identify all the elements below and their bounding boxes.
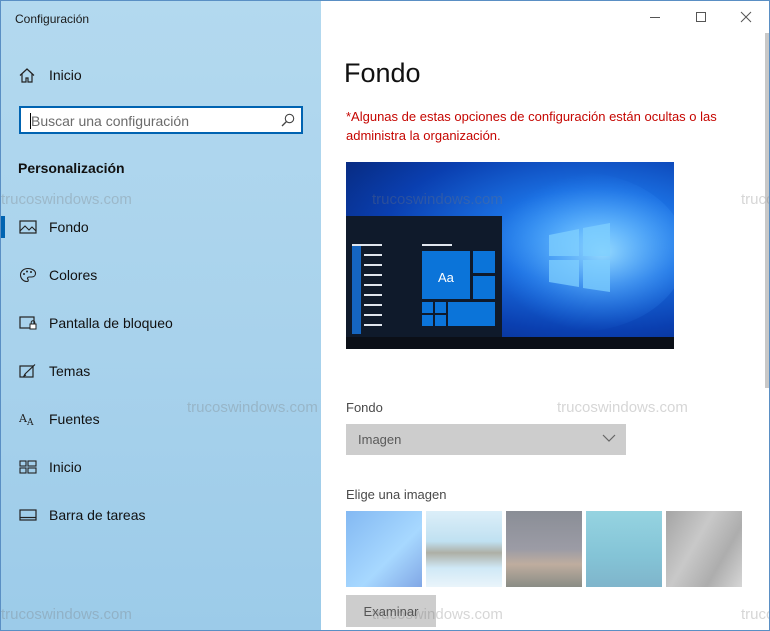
nav-home[interactable]: Inicio [1,61,321,89]
start-tiles [352,244,495,334]
search-icon[interactable] [281,113,295,127]
home-icon [19,68,35,83]
sidebar-item-barra-de-tareas[interactable]: Barra de tareas [1,498,321,532]
search-input[interactable] [29,111,273,131]
sidebar-item-label: Pantalla de bloqueo [49,315,173,331]
sidebar-item-temas[interactable]: Temas [1,354,321,388]
minimize-button[interactable] [632,1,678,33]
active-indicator [1,216,5,238]
themes-icon [19,364,36,378]
svg-text:A: A [26,418,34,427]
background-preview: Aa [346,162,674,349]
settings-window: Configuración Inicio Personalización Fon… [0,0,770,631]
background-type-label: Fondo [346,400,383,415]
choose-image-label: Elige una imagen [346,487,447,502]
page-title: Fondo [344,58,421,88]
nav-home-label: Inicio [49,67,82,83]
sidebar-item-label: Fondo [49,219,89,235]
sidebar-item-label: Colores [49,267,98,283]
image-thumbnail-night-sky[interactable] [506,511,582,587]
sidebar-item-inicio[interactable]: Inicio [1,450,321,484]
background-type-select[interactable]: Imagen [346,424,626,455]
app-title: Configuración [15,12,90,26]
image-thumbnail-rock[interactable] [666,511,742,587]
sidebar-item-label: Fuentes [49,411,100,427]
sidebar-item-label: Barra de tareas [49,507,146,523]
search-box[interactable] [19,106,303,134]
tile-label: Aa [438,270,454,285]
sidebar-item-label: Inicio [49,459,82,475]
close-icon [740,11,752,23]
background-type-value: Imagen [358,432,402,447]
taskbar-preview [346,337,674,349]
image-thumbnail-windows[interactable] [346,511,422,587]
palette-icon [19,267,37,283]
main-content: Fondo *Algunas de estas opciones de conf… [322,1,769,630]
fonts-icon: A A [19,412,34,427]
close-button[interactable] [723,1,769,33]
sidebar: Configuración Inicio Personalización Fon… [1,1,321,630]
sidebar-item-pantalla-de-bloqueo[interactable]: Pantalla de bloqueo [1,306,321,340]
policy-warning: *Algunas de estas opciones de configurac… [346,109,717,143]
maximize-button[interactable] [678,1,724,33]
image-thumbnail-beach[interactable] [426,511,502,587]
sidebar-item-label: Temas [49,363,91,379]
sidebar-item-fuentes[interactable]: A A Fuentes [1,402,321,436]
lock-screen-icon [19,316,37,330]
sidebar-item-colores[interactable]: Colores [1,258,321,292]
taskbar-icon [19,509,37,521]
start-menu-preview: Aa [346,216,502,337]
chevron-down-icon [602,434,616,442]
maximize-icon [696,12,706,22]
browse-button[interactable]: Examinar [346,595,436,627]
image-thumbnail-underwater[interactable] [586,511,662,587]
picture-icon [19,220,37,234]
start-icon [19,460,37,474]
sidebar-item-fondo[interactable]: Fondo [1,210,321,244]
scrollbar[interactable] [765,33,769,388]
minimize-icon [650,17,660,18]
section-title: Personalización [18,160,125,176]
